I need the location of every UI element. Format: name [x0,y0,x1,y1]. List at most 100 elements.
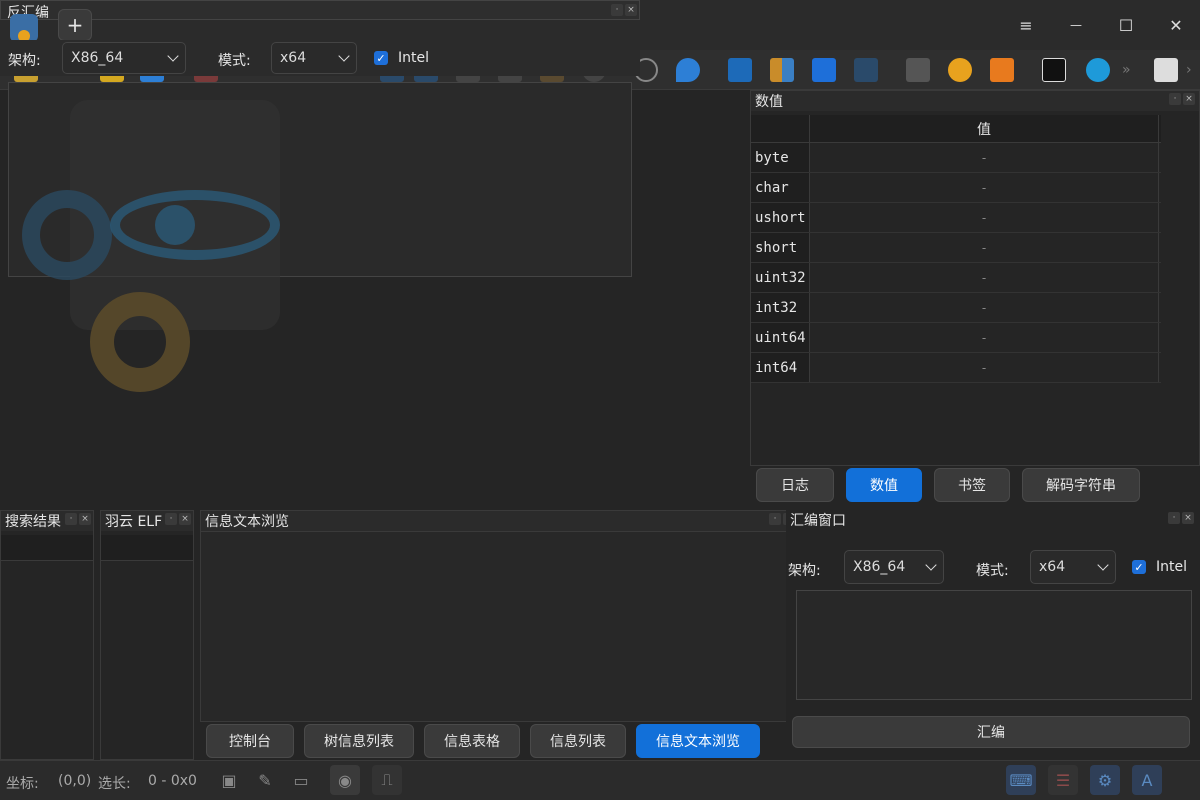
coord-value: (0,0) [58,773,92,789]
intel-checkbox[interactable]: ✓ [374,51,388,65]
value-cell[interactable]: - [809,293,1159,322]
search-panel-title: 搜索结果 [5,514,61,530]
minimize-icon: — [1070,18,1082,32]
close-panel-icon[interactable]: × [625,4,637,16]
value-type-label: int64 [751,353,809,382]
elf-panel-header: 羽云 ELF · × [101,511,193,531]
info-tab-3[interactable]: 信息列表 [530,724,626,758]
close-panel-icon[interactable]: × [1183,93,1195,105]
arch-label: 架构: [8,53,41,69]
info-tab-4[interactable]: 信息文本浏览 [636,724,760,758]
value-cell[interactable]: - [809,233,1159,262]
console-icon[interactable]: ⌨ [1006,765,1036,795]
location-pin-icon[interactable] [676,58,700,82]
user-icon[interactable] [948,58,972,82]
bookmark-icon[interactable] [812,58,836,82]
selection-label: 选长: [98,776,131,792]
close-panel-icon[interactable]: × [79,513,91,525]
value-cell[interactable]: - [809,263,1159,292]
chart-icon[interactable]: ▭ [286,765,316,795]
info-panel-tabs: 控制台 树信息列表 信息表格 信息列表 信息文本浏览 [206,724,776,758]
text-box-icon[interactable] [854,58,878,82]
chevron-right-icon[interactable]: » [1122,62,1131,78]
float-icon[interactable]: · [165,513,177,525]
value-row-int32[interactable]: int32- [751,293,1161,323]
close-panel-icon[interactable]: × [1182,512,1194,524]
edit-icon[interactable]: ✎ [250,765,280,795]
value-tab-0[interactable]: 日志 [756,468,834,502]
list-icon[interactable]: ☰ [1048,765,1078,795]
assemble-button[interactable]: 汇编 [792,716,1190,748]
value-row-short[interactable]: short - [751,233,1161,263]
value-row-int64[interactable]: int64- [751,353,1161,383]
hex-table-icon[interactable] [728,58,752,82]
menu-button[interactable]: ≡ [1006,7,1046,43]
binary-icon[interactable]: ⚙ [1090,765,1120,795]
asm-window-panel: 汇编窗口 · × 架构: X86_64 模式: x64 ✓ Intel 汇编 [786,510,1200,760]
mode-label: 模式: [218,53,251,69]
watermark-gear-orange-icon [90,292,190,392]
save-icon[interactable]: ▣ [214,765,244,795]
intel-label: Intel [398,50,429,66]
new-tab-button[interactable]: + [58,9,92,41]
arch-select[interactable]: X86_64 [62,42,186,74]
value-panel-header: 数值 · × [751,91,1199,111]
status-bar: 坐标: (0,0) 选长: 0 - 0x0 ▣ ✎ ▭ ◉ ⎍ ⌨ ☰ ⚙ A [0,760,1200,800]
asm-panel-header: 汇编窗口 · × [786,510,1200,530]
value-cell[interactable]: - [809,353,1159,382]
float-icon[interactable]: · [1169,93,1181,105]
value-cell[interactable]: - [809,143,1159,172]
close-panel-icon[interactable]: × [179,513,191,525]
maximize-button[interactable]: ☐ [1106,7,1146,43]
text-view-icon[interactable]: A [1132,765,1162,795]
mode-select[interactable]: x64 [271,42,357,74]
chevron-down-icon [1097,559,1109,571]
value-row-uint64[interactable]: uint64- [751,323,1161,353]
asm-mode-select[interactable]: x64 [1030,550,1116,584]
floating-disasm-titlebar[interactable]: 反汇编 · × [0,0,640,21]
value-tab-2[interactable]: 书签 [934,468,1010,502]
asm-arch-value: X86_64 [853,559,906,575]
tools-icon[interactable] [906,58,930,82]
float-icon[interactable]: · [611,4,623,16]
asm-intel-checkbox[interactable]: ✓ [1132,560,1146,574]
write-mode-icon[interactable]: ⎍ [372,765,402,795]
info-tab-0[interactable]: 控制台 [206,724,294,758]
chevron-down-icon [338,50,350,62]
info-text-area[interactable] [201,531,799,721]
value-row-byte[interactable]: byte - [751,143,1161,173]
value-type-label: char [751,173,809,202]
locked-icon[interactable]: ◉ [330,765,360,795]
value-row-ushort[interactable]: ushort - [751,203,1161,233]
grid-icon[interactable] [770,58,794,82]
asm-input-area[interactable] [796,590,1192,700]
plugin-icon[interactable] [990,58,1014,82]
more-chevron-icon[interactable]: › [1186,62,1192,78]
plus-icon: + [66,13,84,37]
value-tab-1[interactable]: 数值 [846,468,922,502]
value-type-label: uint64 [751,323,809,352]
value-row-uint32[interactable]: uint32- [751,263,1161,293]
elf-icon[interactable] [1042,58,1066,82]
float-icon[interactable]: · [1168,512,1180,524]
info-panel-header: 信息文本浏览 · × [201,511,799,531]
value-cell[interactable]: - [809,173,1159,202]
document-icon[interactable] [1154,58,1178,82]
cube-icon[interactable] [1086,58,1110,82]
minimize-button[interactable]: — [1056,7,1096,43]
info-tab-2[interactable]: 信息表格 [424,724,520,758]
value-tab-3[interactable]: 解码字符串 [1022,468,1140,502]
info-tab-1[interactable]: 树信息列表 [304,724,414,758]
value-type-label: byte [751,143,809,172]
app-logo-icon [10,14,38,42]
asm-panel-title: 汇编窗口 [790,513,846,529]
value-cell[interactable]: - [809,203,1159,232]
value-table-header: 值 [751,115,1161,143]
close-button[interactable]: ✕ [1156,7,1196,43]
value-row-char[interactable]: char - [751,173,1161,203]
float-icon[interactable]: · [65,513,77,525]
value-cell[interactable]: - [809,323,1159,352]
asm-arch-select[interactable]: X86_64 [844,550,944,584]
value-column-header[interactable]: 值 [809,115,1159,143]
float-icon[interactable]: · [769,513,781,525]
